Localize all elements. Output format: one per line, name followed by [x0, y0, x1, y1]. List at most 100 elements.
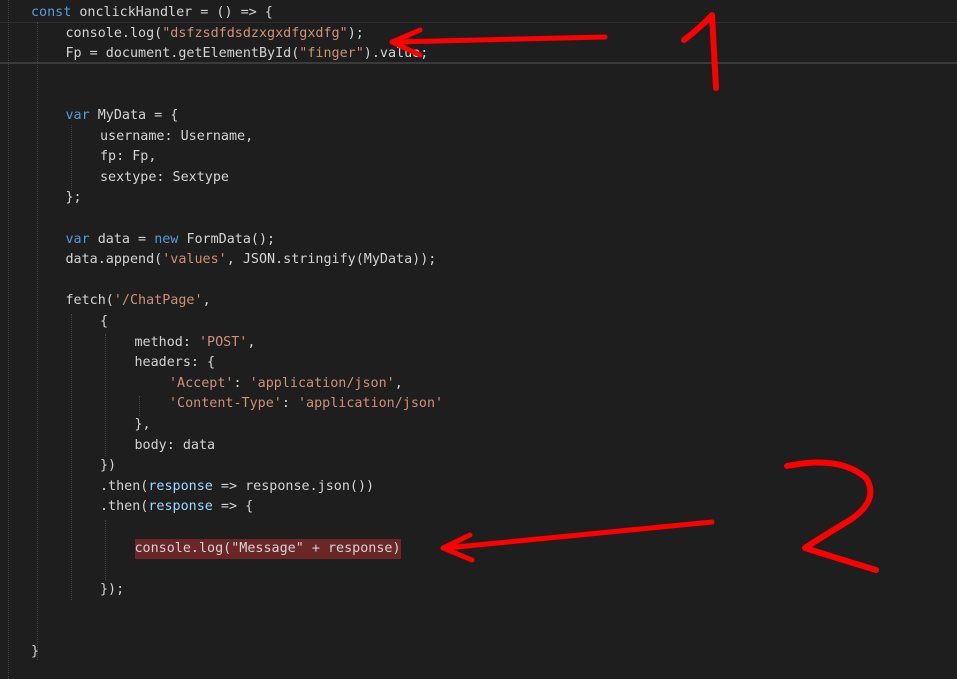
code-token: username: Username, — [100, 128, 254, 144]
code-text: Fp = document.getElementById("finger").v… — [66, 44, 429, 64]
code-token: FormData(); — [186, 231, 276, 247]
code-token: , — [247, 334, 256, 350]
code-line[interactable]: username: Username, — [0, 127, 957, 147]
code-token: headers: { — [134, 355, 216, 371]
code-token: fetch( — [65, 293, 114, 309]
code-line[interactable]: body: data — [0, 436, 957, 456]
code-token: const — [31, 5, 80, 20]
code-line[interactable]: }); — [0, 580, 957, 600]
code-token: , — [394, 375, 403, 391]
code-token: } — [31, 643, 40, 659]
code-text: 'Accept': 'application/json', — [169, 374, 403, 394]
code-text: sextype: Sextype — [100, 168, 229, 188]
code-token: "dsfzsdfdsdzxgxdfgxdfg" — [162, 25, 348, 41]
code-text: .then(response => response.json()) — [100, 477, 374, 497]
code-line[interactable]: fp: Fp, — [0, 147, 957, 167]
code-token: MyData = { — [97, 108, 179, 123]
code-text: }, — [135, 415, 151, 435]
code-line[interactable] — [0, 85, 957, 105]
code-line[interactable]: var data = new FormData(); — [0, 230, 957, 250]
code-token: method: — [134, 334, 199, 350]
code-line[interactable]: var MyData = { — [0, 106, 957, 126]
code-line[interactable]: { — [0, 312, 957, 332]
code-token: var — [65, 108, 98, 123]
code-token: 'application/json' — [249, 375, 395, 391]
code-token: ); — [347, 25, 364, 41]
code-text: fetch('/ChatPage', — [66, 291, 211, 311]
code-token: 'POST' — [199, 334, 248, 350]
code-text: 'Content-Type': 'application/json' — [169, 394, 443, 414]
code-token: 'Accept' — [169, 375, 234, 391]
code-text: const onclickHandler = () => { — [31, 3, 273, 23]
code-token: , — [202, 293, 211, 309]
code-text: method: 'POST', — [135, 333, 256, 353]
code-token: => response.json()) — [212, 478, 375, 494]
code-line[interactable]: data.append('values', JSON.stringify(MyD… — [0, 250, 957, 270]
code-token: response — [148, 478, 213, 494]
code-token: body: data — [134, 437, 216, 453]
code-text: .then(response => { — [100, 497, 253, 517]
code-token: ).value; — [363, 46, 429, 62]
code-text: }); — [100, 580, 124, 600]
code-token: new — [154, 231, 187, 247]
code-line[interactable]: .then(response => response.json()) — [0, 477, 957, 497]
code-line[interactable]: fetch('/ChatPage', — [0, 291, 957, 311]
code-line[interactable]: console.log("dsfzsdfdsdzxgxdfgxdfg"); — [0, 24, 957, 44]
code-token: }); — [100, 581, 125, 597]
code-token: 'application/json' — [298, 396, 444, 412]
code-line[interactable]: }) — [0, 456, 957, 476]
code-token: response — [148, 499, 213, 515]
code-line[interactable]: }, — [0, 415, 957, 435]
code-line[interactable] — [0, 518, 957, 538]
code-line[interactable]: console.log("Message" + response) — [0, 538, 957, 559]
code-line[interactable]: const onclickHandler = () => { — [0, 3, 957, 23]
code-token: }) — [100, 458, 117, 474]
code-line[interactable] — [0, 621, 957, 641]
code-line[interactable]: sextype: Sextype — [0, 168, 957, 188]
code-text: } — [31, 642, 39, 662]
code-line[interactable] — [0, 65, 957, 85]
code-text: }; — [66, 188, 82, 208]
code-token: .then( — [100, 478, 149, 494]
code-line[interactable]: Fp = document.getElementById("finger").v… — [0, 44, 957, 64]
code-token: "finger" — [299, 46, 364, 62]
code-text: fp: Fp, — [100, 147, 156, 167]
code-text: username: Username, — [100, 127, 253, 147]
code-token: , JSON.stringify(MyData)); — [226, 252, 437, 268]
code-token: console.log( — [65, 25, 163, 41]
code-text: headers: { — [135, 353, 216, 373]
code-text: var data = new FormData(); — [66, 230, 276, 250]
code-line[interactable] — [0, 209, 957, 229]
code-token: Fp = document.getElementById( — [65, 46, 300, 62]
code-line[interactable] — [0, 600, 957, 620]
code-token: fp: Fp, — [100, 149, 157, 165]
code-token: }, — [134, 417, 151, 432]
code-text: data.append('values', JSON.stringify(MyD… — [66, 250, 437, 270]
code-token: { — [100, 314, 109, 329]
code-line[interactable]: method: 'POST', — [0, 333, 957, 353]
code-text: body: data — [135, 436, 216, 456]
code-line[interactable]: headers: { — [0, 353, 957, 373]
code-token: .then( — [100, 499, 149, 515]
code-token: => { — [212, 499, 254, 515]
code-line[interactable]: }; — [0, 188, 957, 208]
code-token: 'Content-Type' — [169, 396, 282, 412]
highlighted-code: console.log("Message" + response) — [134, 538, 401, 559]
code-token: sextype: Sextype — [100, 169, 229, 185]
code-line[interactable]: } — [0, 642, 957, 662]
code-token: : — [281, 396, 298, 412]
code-line[interactable]: 'Accept': 'application/json', — [0, 374, 957, 394]
code-editor[interactable]: const onclickHandler = () => {console.lo… — [0, 0, 957, 679]
code-token: console.log("Message" + response) — [134, 540, 401, 556]
code-token: data = — [97, 231, 155, 247]
code-line[interactable]: .then(response => { — [0, 497, 957, 517]
code-line[interactable]: 'Content-Type': 'application/json' — [0, 394, 957, 414]
code-token: : — [233, 375, 250, 391]
code-line[interactable] — [0, 271, 957, 291]
code-token: onclickHandler = () => { — [79, 5, 273, 20]
code-text: var MyData = { — [66, 106, 179, 126]
code-text: { — [100, 312, 108, 332]
code-text: }) — [100, 456, 116, 476]
code-token: 'values' — [162, 252, 227, 268]
code-line[interactable] — [0, 559, 957, 579]
